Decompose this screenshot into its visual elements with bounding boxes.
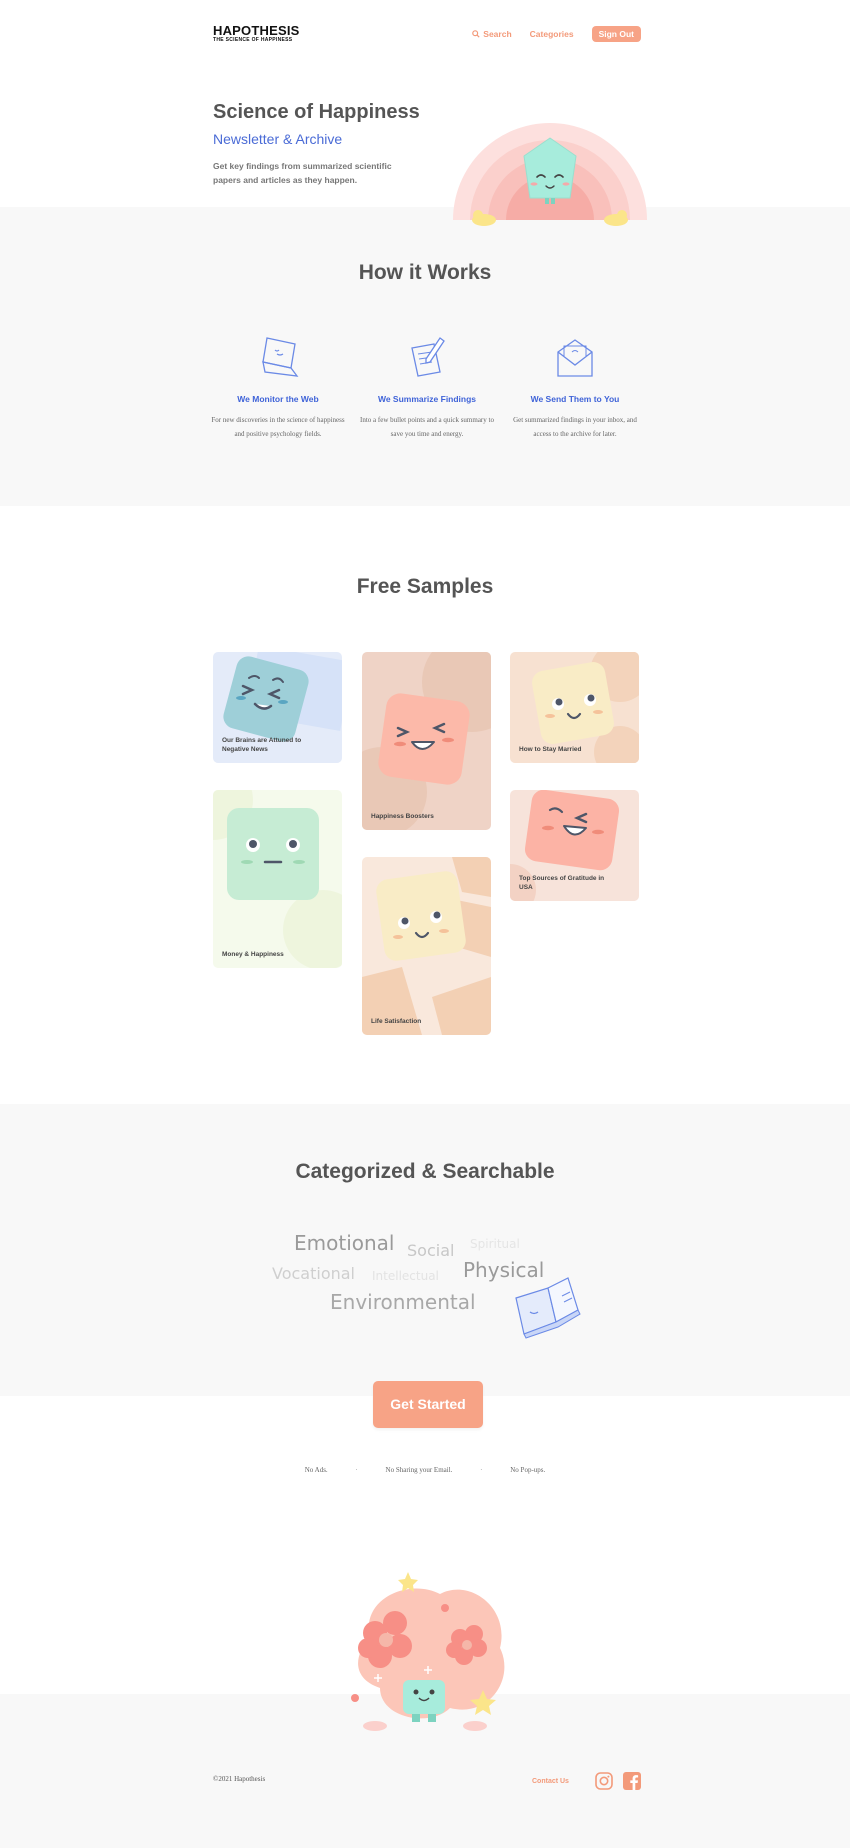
step-description: Into a few bullet points and a quick sum…	[360, 416, 494, 438]
hero-rainbow-illustration	[453, 123, 647, 226]
instagram-icon[interactable]	[595, 1772, 613, 1790]
step-send: We Send Them to You Get summarized findi…	[505, 334, 645, 441]
sample-card[interactable]: Money & Happiness	[213, 790, 342, 968]
hero-title: Science of Happiness	[213, 101, 420, 123]
card-illustration	[362, 857, 491, 1035]
card-illustration	[362, 652, 491, 830]
search-icon	[472, 30, 480, 38]
step-title: We Summarize Findings	[377, 394, 477, 404]
card-illustration	[213, 790, 342, 968]
sample-card[interactable]: Happiness Boosters	[362, 652, 491, 830]
card-title: Top Sources of Gratitude in USA	[519, 875, 605, 891]
nav-search-label: Search	[483, 29, 512, 39]
tag-intellectual[interactable]: Intellectual	[372, 1269, 439, 1283]
perk-no-sharing: No Sharing your Email.	[385, 1466, 453, 1474]
tag-vocational[interactable]: Vocational	[272, 1264, 355, 1283]
book-icon	[515, 1277, 581, 1339]
site-header: HAPOTHESIS THE SCIENCE OF HAPPINESS Sear…	[213, 24, 641, 46]
main-nav: Search Categories Sign Out	[472, 26, 641, 42]
contact-us-link[interactable]: Contact Us	[532, 1778, 569, 1785]
nav-categories-link[interactable]: Categories	[530, 29, 574, 39]
step-description: For new discoveries in the science of ha…	[211, 416, 345, 438]
step-monitor: We Monitor the Web For new discoveries i…	[208, 334, 348, 441]
perk-separator: ·	[480, 1466, 483, 1474]
logo[interactable]: HAPOTHESIS THE SCIENCE OF HAPPINESS	[213, 24, 300, 43]
card-title: Life Satisfaction	[371, 1018, 422, 1025]
how-it-works-title: How it Works	[358, 261, 492, 284]
step-description: Get summarized findings in your inbox, a…	[513, 416, 637, 438]
envelope-icon	[557, 339, 593, 377]
step-summarize: We Summarize Findings Into a few bullet …	[357, 334, 497, 441]
sample-card[interactable]: Top Sources of Gratitude in USA	[510, 790, 639, 901]
tag-spiritual[interactable]: Spiritual	[470, 1237, 520, 1251]
step-title: We Send Them to You	[530, 394, 620, 404]
tag-environmental[interactable]: Environmental	[330, 1290, 476, 1314]
categories-title: Categorized & Searchable	[295, 1160, 555, 1183]
free-samples-title: Free Samples	[356, 575, 494, 598]
facebook-icon[interactable]	[623, 1772, 641, 1790]
perk-no-popups: No Pop-ups.	[510, 1466, 546, 1474]
perk-no-ads: No Ads.	[304, 1466, 328, 1474]
laptop-icon	[262, 337, 299, 377]
pen-paper-icon	[411, 337, 445, 377]
logo-title: HAPOTHESIS	[213, 23, 300, 38]
step-title: We Monitor the Web	[237, 394, 319, 404]
sample-card[interactable]: How to Stay Married	[510, 652, 639, 763]
get-started-button[interactable]: Get Started	[373, 1381, 483, 1428]
tag-social[interactable]: Social	[407, 1241, 454, 1260]
card-title: Happiness Boosters	[371, 813, 434, 820]
hero-description: Get key findings from summarized scienti…	[213, 161, 392, 185]
flower-mascot-illustration	[351, 1572, 505, 1731]
nav-search-link[interactable]: Search	[472, 29, 512, 39]
card-title: Money & Happiness	[222, 951, 284, 958]
copyright: ©2021 Hapothesis	[213, 1775, 266, 1783]
card-title: How to Stay Married	[519, 746, 582, 753]
perk-separator: ·	[355, 1466, 358, 1474]
sample-card[interactable]: Life Satisfaction	[362, 857, 491, 1035]
logo-tagline: THE SCIENCE OF HAPPINESS	[213, 37, 293, 43]
tag-emotional[interactable]: Emotional	[294, 1231, 394, 1255]
sign-out-button[interactable]: Sign Out	[591, 26, 641, 42]
hero-subtitle: Newsletter & Archive	[213, 131, 343, 147]
sample-card[interactable]: Our Brains are Attuned to Negative News	[213, 652, 342, 763]
perks-row: No Ads. · No Sharing your Email. · No Po…	[0, 1466, 850, 1474]
card-title: Our Brains are Attuned to Negative News	[222, 737, 302, 753]
